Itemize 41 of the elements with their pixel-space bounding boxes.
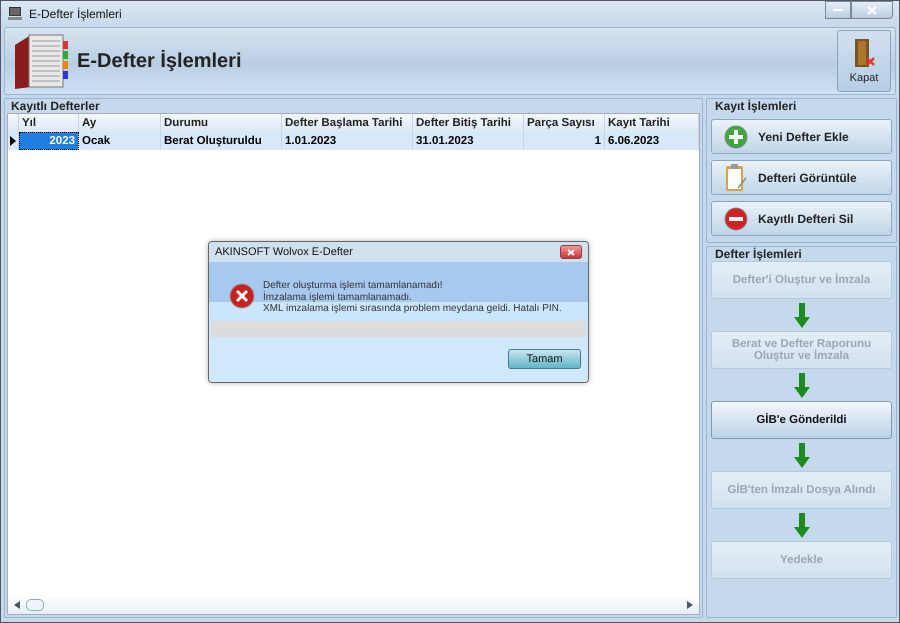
- error-icon: [229, 283, 255, 309]
- table-cell: 2023: [19, 132, 79, 150]
- ok-button[interactable]: Tamam: [508, 349, 581, 370]
- action-button[interactable]: Defteri Görüntüle: [711, 160, 892, 195]
- down-arrow-icon: [794, 373, 810, 399]
- computer-icon: [7, 6, 23, 22]
- error-message: XML imzalama işlemi sırasında problem meydana geldi. Hatalı PIN.: [263, 303, 562, 314]
- action-button[interactable]: Kayıtlı Defteri Sil: [711, 201, 892, 236]
- minimize-button[interactable]: [825, 1, 851, 19]
- scroll-left-icon: [14, 601, 20, 609]
- action-button[interactable]: Yeni Defter Ekle: [711, 119, 892, 154]
- table-cell: Berat Oluşturuldu: [161, 132, 282, 150]
- error-message: Defter oluşturma işlemi tamamlanamadı!: [263, 280, 444, 291]
- clipboard-icon: [724, 162, 748, 192]
- scroll-thumb[interactable]: [26, 599, 44, 611]
- close-icon: [867, 6, 877, 14]
- row-pointer-icon: [10, 136, 16, 146]
- table-cell: 31.01.2023: [413, 132, 524, 150]
- plus-icon: [724, 124, 748, 148]
- door-icon: [852, 38, 876, 68]
- error-message: İmzalama işlemi tamamlanamadı.: [263, 292, 413, 303]
- dialog-title: AKINSOFT Wolvox E-Defter: [215, 246, 353, 258]
- down-arrow-icon: [794, 443, 810, 469]
- table-cell: 6.06.2023: [605, 132, 699, 150]
- down-arrow-icon: [794, 303, 810, 329]
- horizontal-scrollbar[interactable]: [8, 596, 699, 614]
- table-cell: 1: [524, 132, 605, 150]
- close-page-button[interactable]: Kapat: [837, 30, 891, 92]
- page-title: E-Defter İşlemleri: [77, 50, 242, 72]
- scroll-right-icon: [687, 601, 693, 609]
- table-cell: 1.01.2023: [282, 132, 413, 150]
- close-icon: [567, 248, 575, 256]
- step-button[interactable]: GİB'e Gönderildi: [711, 401, 892, 439]
- dialog-close-button[interactable]: [560, 245, 582, 259]
- window-title: E-Defter İşlemleri: [29, 7, 122, 21]
- table-cell: Ocak: [79, 132, 161, 150]
- close-button[interactable]: [851, 1, 893, 19]
- down-arrow-icon: [794, 513, 810, 539]
- minimize-icon: [833, 8, 843, 12]
- minus-icon: [724, 206, 748, 230]
- table-row[interactable]: 2023 Ocak Berat Oluşturuldu 1.01.2023 31.01.2023 1 6.06.2023: [8, 132, 699, 150]
